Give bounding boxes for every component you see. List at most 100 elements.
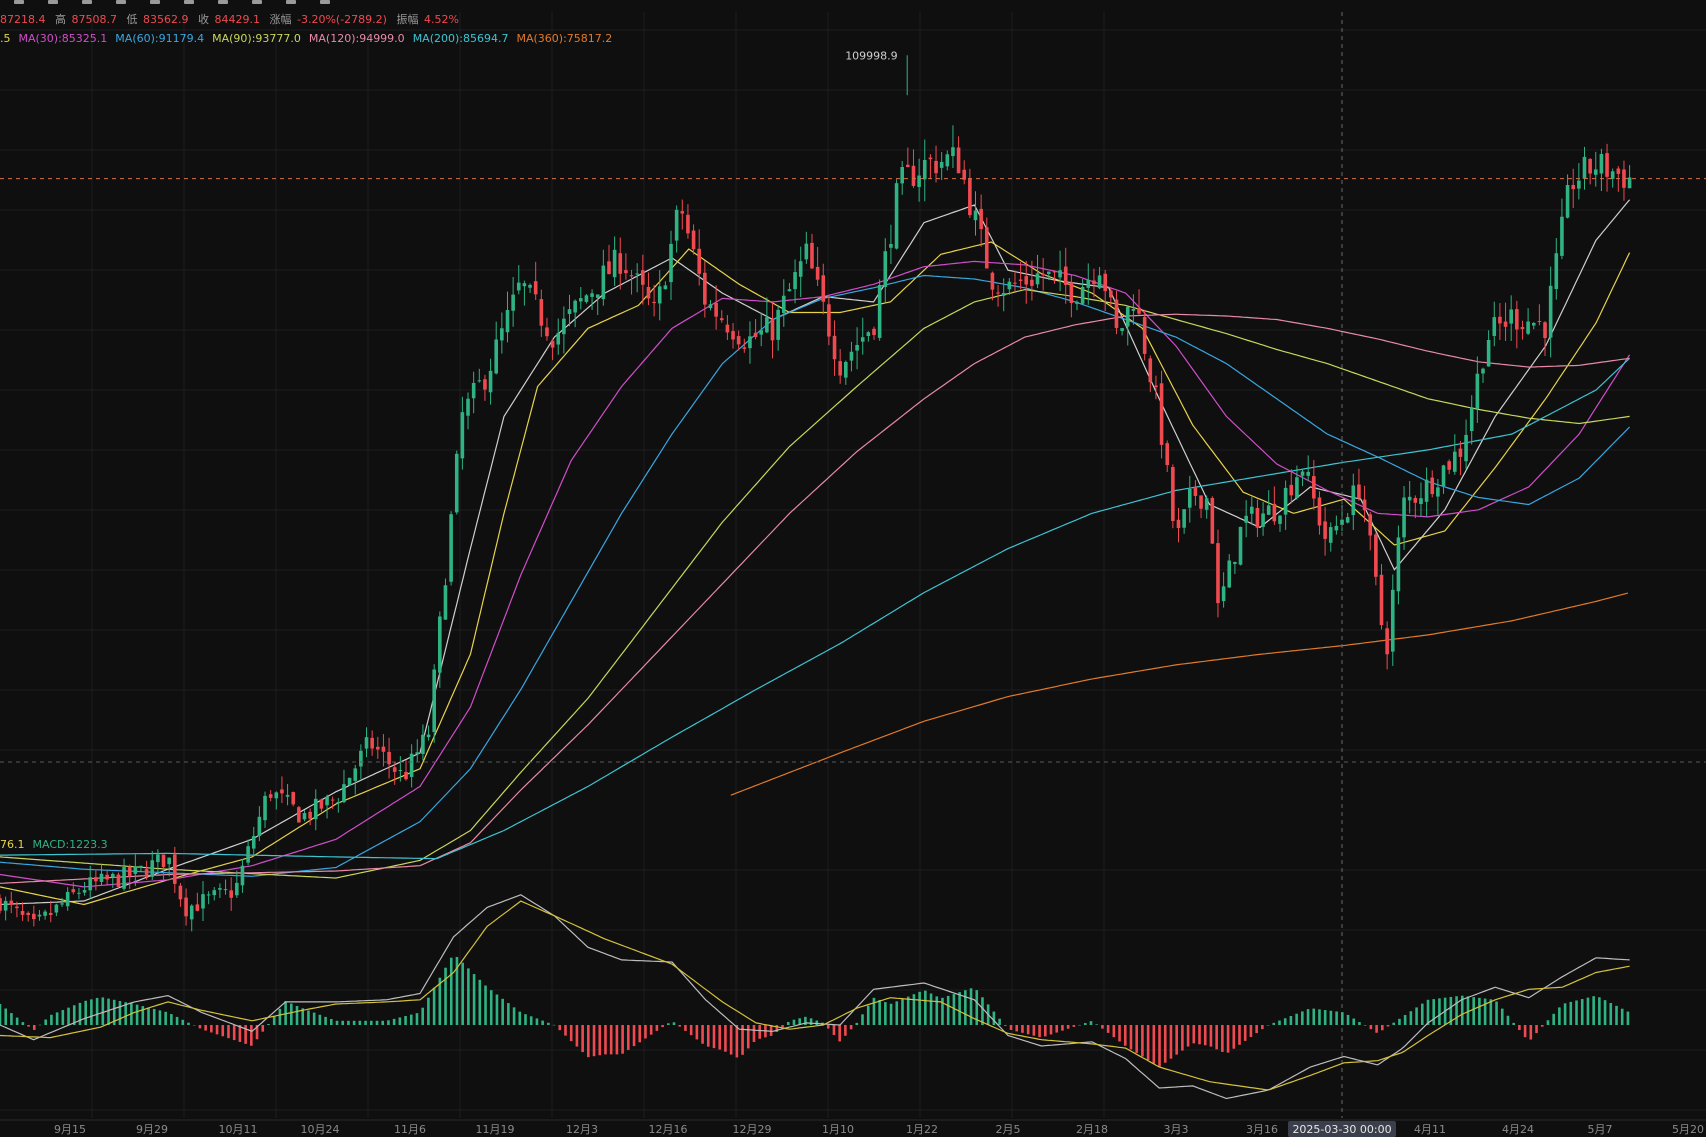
candle-body	[1182, 509, 1186, 528]
macd-histogram-bar	[198, 1025, 202, 1029]
candle-body	[1526, 321, 1530, 334]
macd-histogram-bar	[998, 1018, 1001, 1025]
macd-histogram-bar	[1569, 1001, 1573, 1025]
magnet-icon[interactable]	[116, 0, 126, 4]
candle-body	[1165, 443, 1170, 466]
macd-histogram-bar	[1558, 1007, 1561, 1025]
undo-icon[interactable]	[252, 0, 262, 4]
macd-histogram-bar	[147, 1007, 150, 1025]
candle-body	[48, 912, 53, 915]
candle-body	[291, 792, 296, 805]
macd-histogram-bar	[958, 992, 961, 1025]
macd-histogram-bar	[369, 1020, 373, 1025]
undo-icon-glyph	[252, 0, 262, 4]
chart-canvas[interactable]: 109998.9 87218.4 高 87508.7 低 83562.9 收 8…	[0, 0, 1706, 1137]
macd-histogram-bar	[1363, 1025, 1367, 1026]
x-tick-label: 9月29	[136, 1123, 168, 1136]
layer-icon[interactable]	[218, 0, 228, 4]
candle-body	[1035, 273, 1040, 285]
candle-body	[1159, 383, 1164, 445]
macd-histogram-bar	[1049, 1025, 1053, 1035]
macd-histogram-bar	[1106, 1025, 1110, 1033]
macd-histogram-bar	[335, 1020, 339, 1025]
macd-histogram-bar	[1066, 1025, 1070, 1029]
candle-body	[804, 243, 809, 260]
ruler-icon-glyph	[150, 0, 160, 4]
candle	[1210, 496, 1215, 545]
line-icon[interactable]	[82, 0, 92, 4]
macd-histogram-bar	[78, 1002, 82, 1025]
legend-entry: MA(30):85325.1	[19, 32, 108, 45]
macd-histogram-bar	[587, 1025, 590, 1058]
candle-body	[793, 272, 797, 290]
candle-body	[1047, 271, 1051, 274]
candle-body	[454, 453, 459, 513]
legend-entry: MA(360):75817.2	[516, 32, 612, 45]
macd-histogram-bar	[1226, 1025, 1230, 1053]
candle-body	[708, 304, 713, 309]
candle-body	[1396, 537, 1401, 592]
macd-histogram-bar	[15, 1017, 19, 1025]
candle-body	[313, 798, 318, 820]
macd-histogram-bar	[467, 968, 470, 1025]
macd-histogram-bar	[855, 1022, 859, 1025]
macd-histogram-bar	[1095, 1024, 1099, 1025]
candle-body	[438, 616, 442, 673]
macd-histogram-bar	[210, 1025, 213, 1033]
macd-histogram-bar	[1101, 1025, 1104, 1029]
macd-histogram-bar	[724, 1025, 727, 1052]
macd-histogram-bar	[849, 1025, 853, 1030]
candle-body	[178, 885, 183, 900]
macd-histogram-bar	[295, 1005, 299, 1025]
candle-body	[567, 309, 572, 315]
candle-body	[9, 900, 14, 905]
macd-histogram-bar	[689, 1025, 693, 1036]
candle-body	[353, 768, 358, 781]
legend-entry: MA(200):85694.7	[413, 32, 509, 45]
candle	[116, 872, 121, 888]
macd-histogram-bar	[1586, 997, 1590, 1025]
draw-icon[interactable]	[14, 0, 24, 4]
macd-histogram-bar	[1295, 1013, 1298, 1025]
redo-icon-glyph	[286, 0, 296, 4]
trash-icon[interactable]	[320, 0, 330, 4]
close-value: 84429.1	[215, 13, 261, 26]
candle-body	[3, 900, 8, 911]
x-tick-label: 2月18	[1076, 1123, 1108, 1136]
macd-histogram-bar	[1186, 1025, 1190, 1047]
redo-icon[interactable]	[286, 0, 296, 4]
candle-body	[82, 890, 87, 893]
macd-histogram-bar	[964, 990, 967, 1025]
candle-body	[1007, 281, 1012, 290]
candle-body	[697, 248, 702, 274]
candle-body	[776, 309, 780, 340]
candle-body	[466, 398, 470, 416]
legend-entry: 76.1	[0, 838, 25, 851]
x-tick-label: 11月19	[476, 1123, 515, 1136]
macd-histogram-bar	[889, 1003, 893, 1025]
candle-body	[1069, 282, 1074, 303]
macd-histogram-bar	[95, 997, 99, 1025]
text-icon[interactable]	[184, 0, 194, 4]
candle-body	[894, 183, 899, 249]
macd-histogram-bar	[1546, 1020, 1550, 1025]
ruler-icon[interactable]	[150, 0, 160, 4]
candle-body	[1543, 322, 1547, 339]
candle-body	[1024, 276, 1029, 285]
macd-histogram-bar	[547, 1022, 550, 1025]
cursor-icon[interactable]	[48, 0, 58, 4]
candle-body	[268, 794, 273, 798]
macd-histogram-bar	[324, 1016, 327, 1025]
candle-body	[872, 328, 876, 336]
macd-histogram-bar	[1129, 1025, 1133, 1050]
candle	[1142, 309, 1147, 361]
candle-body	[1278, 515, 1282, 524]
candle-body	[1001, 292, 1006, 296]
macd-histogram-bar	[667, 1023, 670, 1025]
draw-icon-glyph	[14, 0, 24, 4]
macd-histogram-bar	[432, 987, 436, 1025]
candle-body	[1593, 169, 1598, 175]
candle-body	[883, 251, 888, 287]
macd-histogram-bar	[781, 1025, 784, 1027]
macd-histogram-bar	[1512, 1022, 1515, 1025]
